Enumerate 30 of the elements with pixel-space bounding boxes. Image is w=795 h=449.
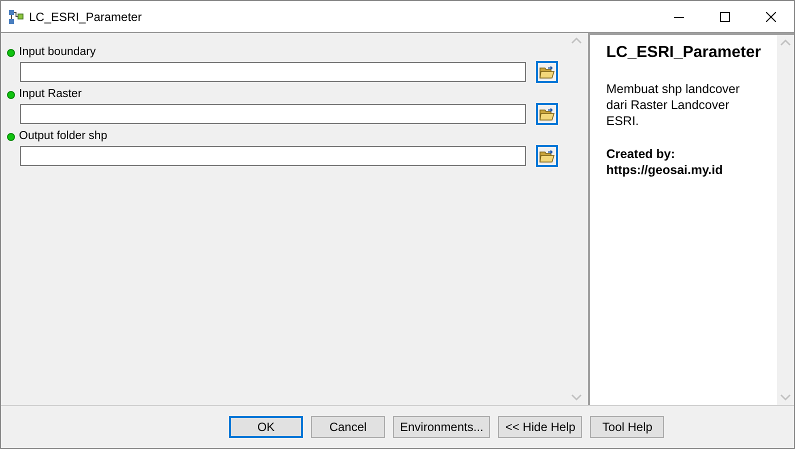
dialog-button[interactable]: << Hide Help [498,416,582,438]
dialog-button[interactable]: OK [229,416,303,438]
parameter-label: Input boundary [19,45,96,60]
folder-icon [539,149,555,163]
maximize-icon [720,12,730,22]
window-title: LC_ESRI_Parameter [29,8,142,26]
help-description: Membuat shp landcover dari Raster Landcover ESRI. [606,81,741,129]
dialog-button[interactable]: Environments... [393,416,490,438]
scrollbar[interactable] [777,35,794,405]
credit-label: Created by: [606,146,676,162]
folder-icon [539,107,555,121]
scroll-down-icon[interactable] [780,394,791,401]
scroll-down-icon[interactable] [571,394,582,401]
dialog-button[interactable]: Cancel [311,416,385,438]
parameter-label: Output folder shp [19,129,108,144]
browse-folder-button[interactable] [536,145,558,167]
browse-folder-button[interactable] [536,61,558,83]
scroll-up-icon[interactable] [571,37,582,44]
help-title: LC_ESRI_Parameter [606,43,761,63]
scroll-up-icon[interactable] [780,39,791,46]
input-field[interactable] [20,62,526,82]
browse-folder-button[interactable] [536,103,558,125]
input-field[interactable] [20,104,526,124]
credit-url: https://geosai.my.id [606,162,724,178]
model-icon [8,8,24,24]
parameter-label: Input Raster [19,87,82,102]
input-field[interactable] [20,146,526,166]
dialog-button[interactable]: Tool Help [590,416,664,438]
folder-icon [539,65,555,79]
close-icon [766,12,776,22]
